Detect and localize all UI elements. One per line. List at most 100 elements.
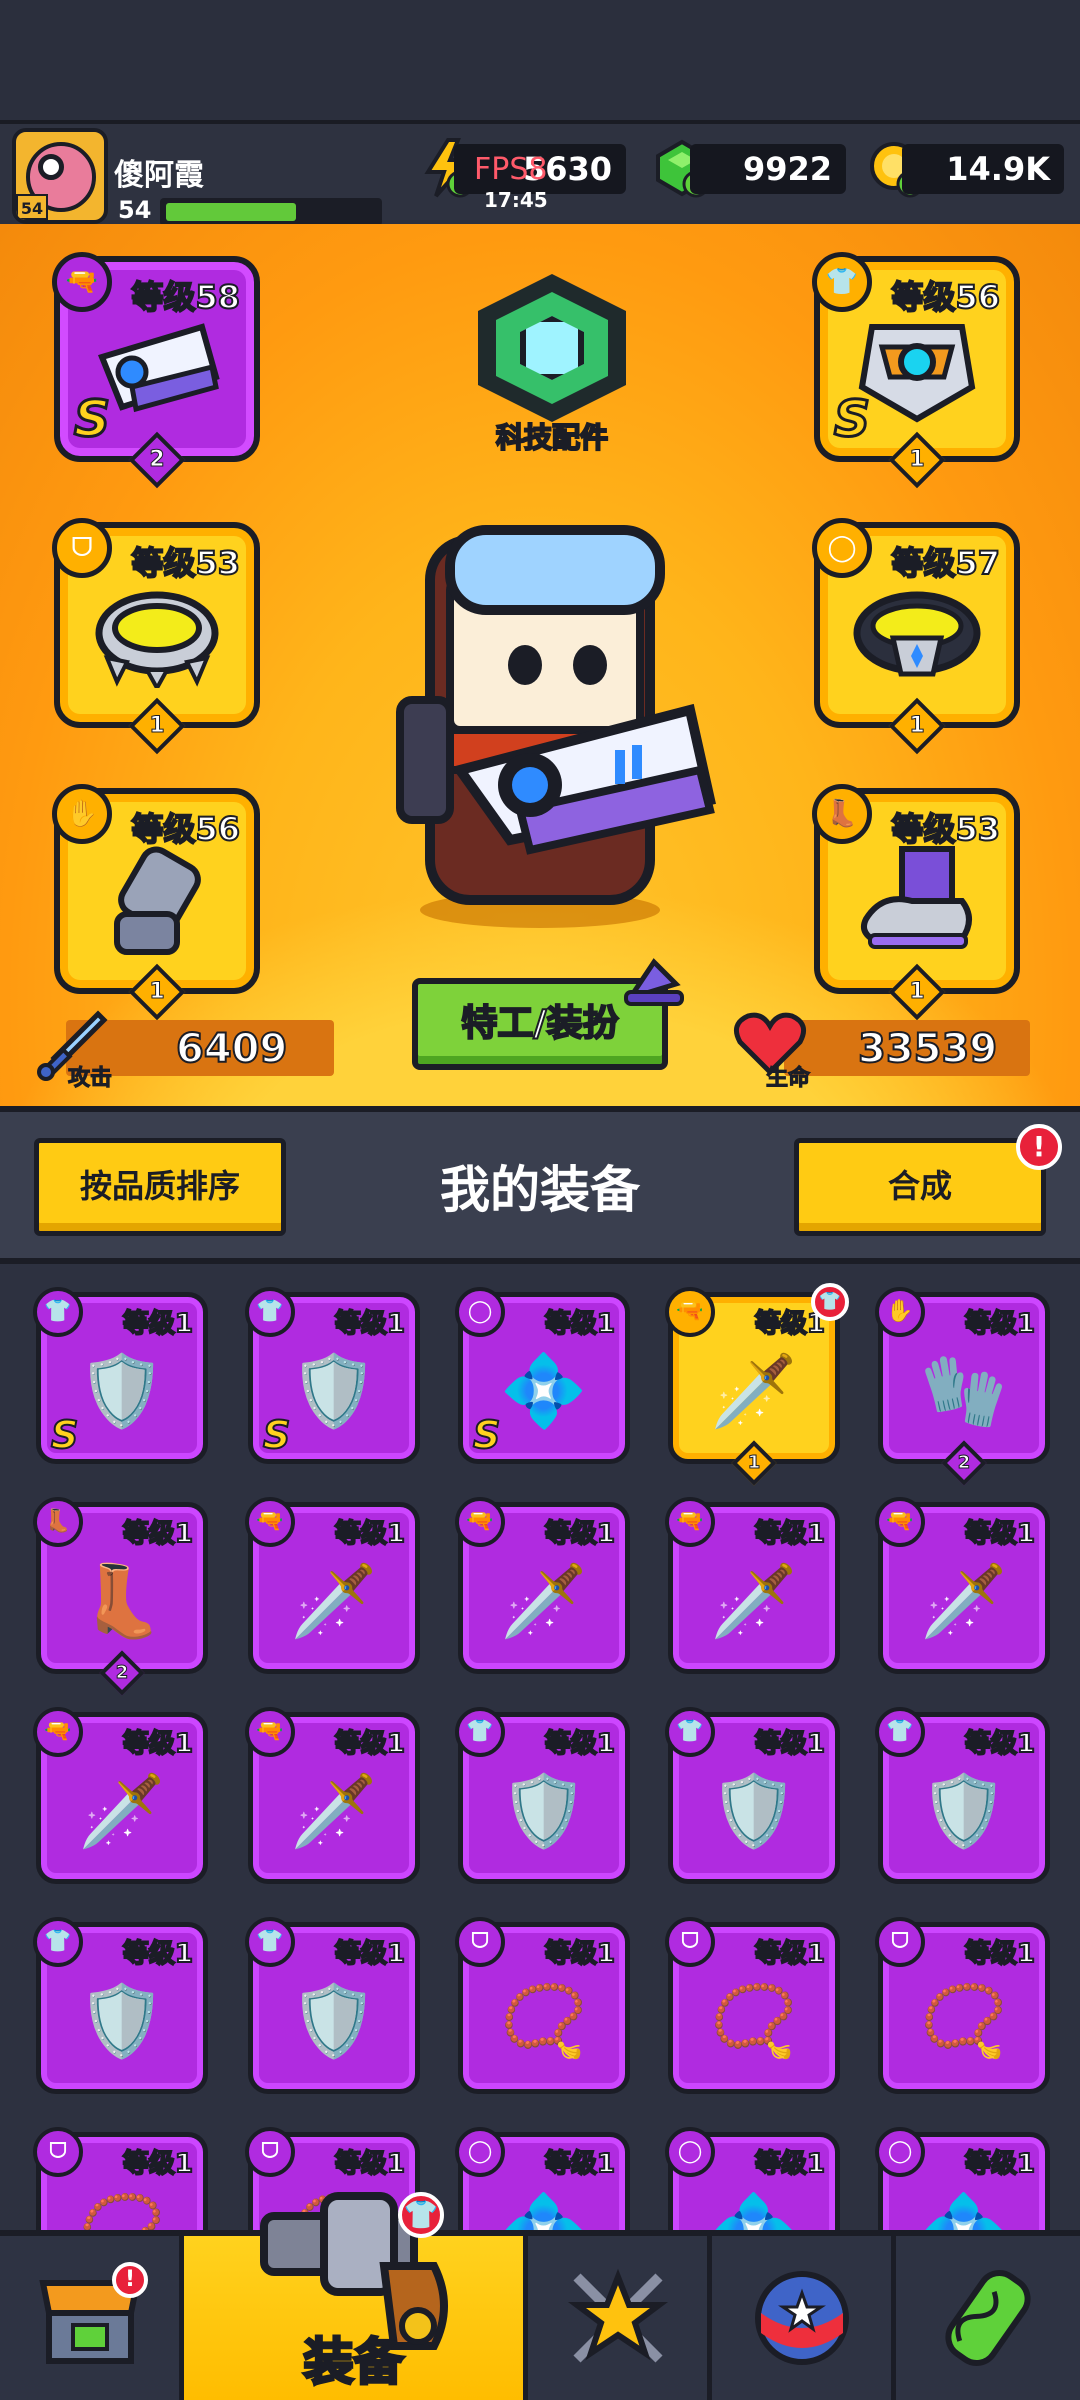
- necklace-type-icon: ᗜ: [245, 2127, 295, 2177]
- weapon-type-icon: 🔫: [245, 1707, 295, 1757]
- item-star-badge: 2: [941, 1440, 987, 1486]
- equip-slot-armor[interactable]: 👕 等级56 S 1: [812, 252, 1020, 489]
- inventory-item[interactable]: 🔫 等级1 🗡️ 1 👕: [665, 1283, 849, 1486]
- belt-icon: 💠: [710, 2196, 797, 2230]
- belt-type-icon: ◯: [455, 2127, 505, 2177]
- item-level: 等级1: [544, 1308, 616, 1340]
- armor-icon: 🛡️: [500, 1769, 588, 1852]
- item-star-badge: 2: [99, 1650, 145, 1696]
- tech-module-label: 科技配件: [495, 420, 609, 455]
- slot-grade: S: [72, 389, 111, 450]
- inventory-item[interactable]: 👕 等级1 🛡️: [665, 1707, 840, 1884]
- item-star-badge: 1: [731, 1440, 777, 1486]
- inventory-item[interactable]: 👕 等级1 🛡️: [245, 1917, 420, 2094]
- nav-tab-shop[interactable]: !: [0, 2236, 184, 2400]
- inventory-item[interactable]: 🔫 等级1 🗡️: [875, 1497, 1050, 1674]
- inventory-item[interactable]: 👕 等级1 🛡️ S: [33, 1287, 208, 1464]
- shop-alert-badge: !: [112, 2262, 148, 2298]
- armor-type-icon: 👕: [245, 1287, 295, 1337]
- inventory-item[interactable]: 🔫 等级1 🗡️: [33, 1707, 208, 1884]
- weapon-icon: 🗡️: [290, 1769, 378, 1852]
- hero-character[interactable]: [360, 510, 720, 930]
- item-level: 等级1: [544, 1728, 616, 1760]
- xp-bar: [160, 198, 382, 226]
- necklace-type-icon: ᗜ: [665, 1917, 715, 1967]
- equip-slot-glove[interactable]: ✋ 等级56 1: [52, 784, 260, 1021]
- attack-label: 攻击: [67, 1066, 113, 1092]
- nav-tab-battle[interactable]: [528, 2236, 712, 2400]
- inventory-item[interactable]: 👕 等级1 🛡️: [875, 1707, 1050, 1884]
- nav-tab-label: 装备: [302, 2332, 405, 2393]
- inventory-item[interactable]: 🔫 等级1 🗡️: [245, 1707, 420, 1884]
- item-level: 等级1: [334, 1938, 406, 1970]
- armor-type-icon: 👕: [33, 1287, 83, 1337]
- inventory-grid[interactable]: 👕 等级1 🛡️ S 👕 等级1 🛡️ S ◯ 等级1 💠 S 🔫 等级1 🗡️ 1 👕 ✋ 等级1 🧤 2 👢 等级1 👢 2…: [0, 1264, 1080, 2230]
- metal-gauntlet-icon: [114, 846, 201, 955]
- equip-slot-necklace[interactable]: ᗜ 等级53 1: [52, 518, 260, 755]
- belt-icon: 💠: [920, 2196, 1007, 2230]
- belt-icon: 💠: [500, 1349, 588, 1432]
- item-level: 等级1: [754, 1938, 826, 1970]
- inventory-item[interactable]: 🔫 等级1 🗡️: [455, 1497, 630, 1674]
- player-name: 傻阿霞: [114, 158, 204, 193]
- player-avatar[interactable]: 54: [12, 128, 108, 224]
- item-level: 等级1: [754, 1518, 826, 1550]
- xp-bar-fill: [166, 203, 296, 221]
- inventory-item[interactable]: 🔫 等级1 🗡️: [665, 1497, 840, 1674]
- sort-by-quality-button[interactable]: 按品质排序: [34, 1138, 286, 1236]
- inventory-item[interactable]: ᗜ 等级1 📿: [33, 2127, 208, 2230]
- weapon-type-icon: 🔫: [665, 1497, 715, 1547]
- weapon-icon: 🗡️: [78, 1769, 166, 1852]
- inventory-item[interactable]: 👕 等级1 🛡️: [455, 1707, 630, 1884]
- inventory-item[interactable]: ᗜ 等级1 📿: [875, 1917, 1050, 2094]
- new-item-badge: 👕: [811, 1283, 849, 1321]
- weapon-type-icon: 🔫: [245, 1497, 295, 1547]
- mech-armor-icon: [858, 323, 976, 423]
- equip-slot-weapon[interactable]: 🔫 等级58 S 2: [52, 252, 260, 489]
- necklace-type-icon: ᗜ: [875, 1917, 925, 1967]
- weapon-icon: 🗡️: [710, 1349, 798, 1432]
- nav-tab-challenge[interactable]: [712, 2236, 896, 2400]
- armor-type-icon: 👕: [812, 252, 872, 312]
- inventory-item[interactable]: 👕 等级1 🛡️: [33, 1917, 208, 2094]
- weapon-type-icon: 🔫: [33, 1707, 83, 1757]
- weapon-type-icon: 🔫: [52, 252, 112, 312]
- plasma-gun-icon: [97, 322, 220, 412]
- spiked-collar-icon: [95, 591, 219, 688]
- inventory-item[interactable]: 🔫 等级1 🗡️: [245, 1497, 420, 1674]
- belt-icon: 💠: [500, 2196, 587, 2230]
- inventory-item[interactable]: ◯ 等级1 💠 S: [455, 1287, 630, 1464]
- glove-type-icon: ✋: [875, 1287, 925, 1337]
- merge-button[interactable]: 合成: [794, 1138, 1046, 1236]
- inventory-item[interactable]: 👢 等级1 👢 2: [33, 1497, 208, 1696]
- item-level: 等级1: [122, 1308, 194, 1340]
- necklace-type-icon: ᗜ: [52, 518, 112, 578]
- belt-type-icon: ◯: [665, 2127, 715, 2177]
- health-label: 生命: [765, 1066, 811, 1092]
- necklace-icon: 📿: [500, 1979, 588, 2062]
- inventory-item[interactable]: ◯ 等级1 💠: [455, 2127, 630, 2230]
- item-level: 等级1: [754, 1728, 826, 1760]
- hat-icon: [624, 958, 684, 1006]
- inventory-item[interactable]: ◯ 等级1 💠: [665, 2127, 840, 2230]
- tech-belt-icon: [853, 591, 981, 677]
- item-level: 等级1: [964, 2148, 1036, 2180]
- boots-type-icon: 👢: [812, 784, 872, 844]
- weapon-type-icon: 🔫: [665, 1287, 715, 1337]
- inventory-item[interactable]: ᗜ 等级1 📿: [665, 1917, 840, 2094]
- nav-tab-gene[interactable]: [896, 2236, 1080, 2400]
- inventory-item[interactable]: ᗜ 等级1 📿: [455, 1917, 630, 2094]
- weapon-type-icon: 🔫: [875, 1497, 925, 1547]
- armor-type-icon: 👕: [245, 1917, 295, 1967]
- inventory-item[interactable]: ◯ 等级1 💠: [875, 2127, 1050, 2230]
- energy-timer: 17:45: [484, 188, 548, 212]
- equip-slot-belt[interactable]: ◯ 等级57 1: [812, 518, 1020, 755]
- item-level: 等级1: [122, 1518, 194, 1550]
- inventory-item[interactable]: 👕 等级1 🛡️ S: [245, 1287, 420, 1464]
- belt-type-icon: ◯: [875, 2127, 925, 2177]
- nav-tab-equipment[interactable]: 👕 装备: [184, 2192, 528, 2400]
- inventory-item[interactable]: ✋ 等级1 🧤 2: [875, 1287, 1050, 1486]
- item-level: 等级1: [122, 1938, 194, 1970]
- equip-slot-boots[interactable]: 👢 等级53 1: [812, 784, 1020, 1021]
- necklace-icon: 📿: [920, 1979, 1008, 2062]
